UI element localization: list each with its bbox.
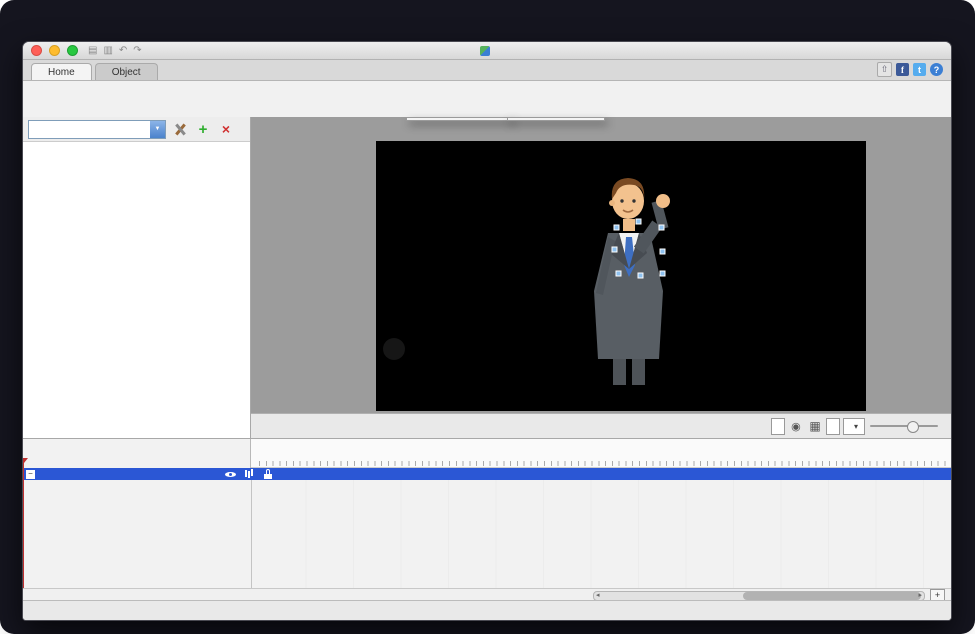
playhead[interactable]	[23, 459, 24, 588]
window-title	[480, 46, 494, 56]
chevron-down-icon	[854, 421, 858, 431]
quality-dropdown[interactable]	[843, 418, 865, 435]
social-links: ⇧ ft?	[877, 62, 943, 80]
timeline-toolbar	[23, 439, 251, 468]
snapshot-icon[interactable]	[788, 418, 804, 434]
add-object-button[interactable]: +	[194, 120, 212, 138]
ribbon-tabs: HomeObject	[31, 60, 161, 80]
close-window-button[interactable]	[31, 45, 42, 56]
object-tree	[23, 142, 250, 438]
timeline-scrollbar[interactable]	[593, 591, 925, 601]
track-header[interactable]	[23, 468, 951, 480]
zoom-slider[interactable]	[870, 418, 938, 434]
stage[interactable]	[376, 141, 866, 411]
redo-icon[interactable]: ↷	[133, 45, 141, 56]
delete-object-button[interactable]: ×	[217, 120, 235, 138]
twitter-icon[interactable]: t	[913, 63, 926, 76]
timeline-ruler[interactable]	[251, 439, 951, 468]
undo-icon[interactable]: ↶	[119, 45, 127, 56]
save-as-icon[interactable]: ▥	[103, 45, 112, 56]
timeline-grid	[251, 480, 951, 588]
app-window: ▤ ▥ ↶ ↷ HomeObject ⇧ ft? + ×	[22, 41, 952, 621]
chevron-down-icon[interactable]	[150, 121, 165, 138]
canvas-area[interactable]	[251, 117, 951, 413]
object-panel-toolbar: + ×	[23, 117, 250, 142]
save-icon[interactable]: ▤	[88, 45, 97, 56]
aspect-ratio-box[interactable]	[826, 418, 840, 435]
effect-video-submenu	[507, 117, 605, 121]
object-panel: + ×	[23, 117, 251, 438]
zoom-slider-thumb[interactable]	[907, 421, 919, 433]
effect-menu	[406, 117, 512, 121]
property-rows	[23, 480, 951, 588]
desktop-background: ▤ ▥ ↶ ↷ HomeObject ⇧ ft? + ×	[0, 0, 975, 634]
scrollbar-thumb[interactable]	[743, 592, 921, 600]
ribbon-tab-bar: HomeObject ⇧ ft?	[23, 60, 951, 81]
status-bar	[23, 600, 951, 621]
share-icon[interactable]: ⇧	[877, 62, 892, 77]
app-icon	[480, 46, 490, 56]
panel-divider	[251, 480, 252, 588]
minimize-window-button[interactable]	[49, 45, 60, 56]
tab-object[interactable]: Object	[95, 63, 158, 80]
lock-icon[interactable]	[264, 469, 272, 479]
character-business-man[interactable]	[376, 141, 866, 411]
scroll-right-icon[interactable]	[918, 591, 922, 599]
collapse-track-icon[interactable]	[26, 470, 35, 479]
titlebar-quick-icons: ▤ ▥ ↶ ↷	[85, 43, 145, 59]
timeline-panel	[23, 438, 951, 620]
maximize-window-button[interactable]	[67, 45, 78, 56]
timecode-display[interactable]	[771, 418, 785, 435]
tab-home[interactable]: Home	[31, 63, 92, 80]
facebook-icon[interactable]: f	[896, 63, 909, 76]
scroll-left-icon[interactable]	[596, 591, 600, 599]
titlebar: ▤ ▥ ↶ ↷	[23, 42, 951, 60]
grid-icon[interactable]	[807, 418, 823, 434]
fps-row	[23, 588, 951, 600]
eye-icon[interactable]	[225, 469, 236, 479]
main-toolbar	[23, 81, 951, 122]
tools-button[interactable]	[171, 120, 189, 138]
transport-bar	[251, 413, 951, 438]
help-icon[interactable]: ?	[930, 63, 943, 76]
audio-levels-icon[interactable]	[245, 469, 255, 479]
track-header-icons	[225, 469, 272, 479]
object-selector[interactable]	[28, 120, 166, 139]
